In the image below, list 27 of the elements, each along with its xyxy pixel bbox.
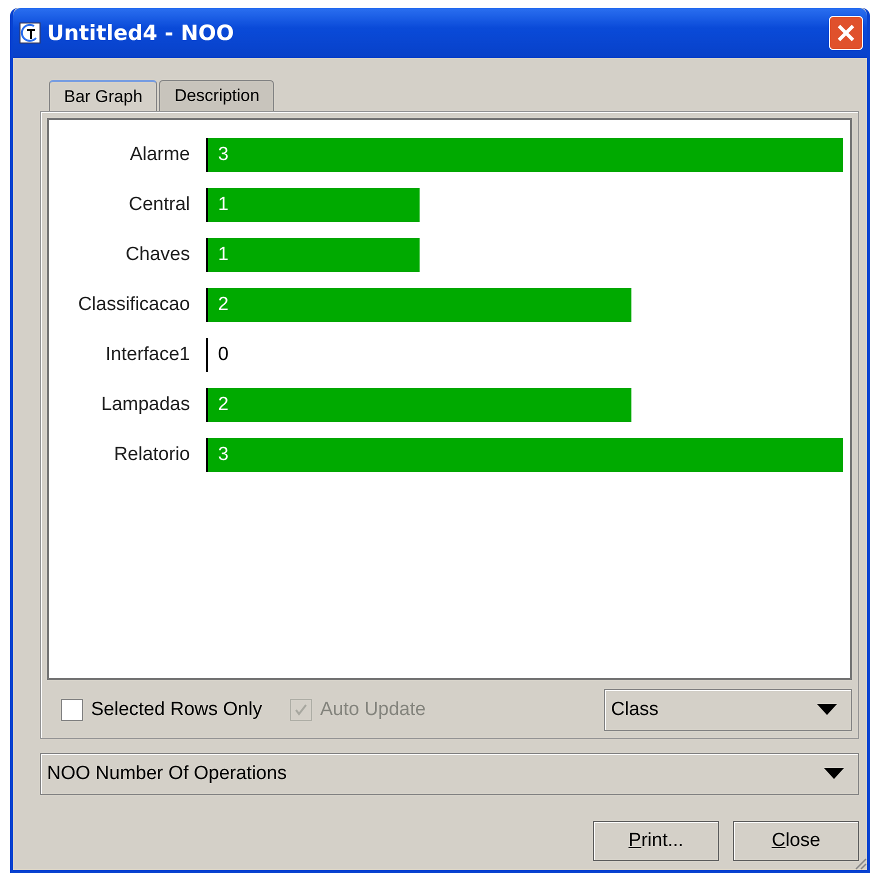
value-label: 1 [218, 194, 229, 216]
caret-icon [824, 768, 844, 780]
value-label: 0 [218, 344, 229, 366]
tab[interactable]: Description [159, 80, 274, 111]
checkbox[interactable]: Selected Rows Only [61, 699, 262, 721]
metric-dropdown[interactable]: NOO Number Of Operations [40, 753, 859, 795]
checkmark-icon [293, 702, 310, 718]
value-label: 3 [218, 444, 229, 466]
category-label: Central [128, 194, 191, 216]
value-label: 1 [218, 244, 229, 266]
category-label: Classificacao [77, 294, 191, 316]
category-label: Interface1 [104, 344, 191, 366]
close-icon[interactable] [829, 16, 863, 50]
category-label: Alarme [128, 144, 191, 166]
category-label: Chaves [124, 244, 191, 266]
value-label: 2 [218, 394, 229, 416]
dialog-button[interactable]: Close [733, 821, 859, 861]
category-label: Relatorio [112, 444, 191, 466]
category-label: Lampadas [100, 394, 191, 416]
window-title: Untitled4 - NOO [47, 21, 235, 45]
dialog-button[interactable]: Print... [593, 821, 719, 861]
value-label: 2 [218, 294, 229, 316]
caret-icon [817, 704, 837, 716]
tab[interactable]: Bar Graph [49, 80, 158, 111]
app-icon [19, 22, 41, 44]
group-by-dropdown[interactable]: Class [604, 689, 852, 731]
value-label: 3 [218, 144, 229, 166]
